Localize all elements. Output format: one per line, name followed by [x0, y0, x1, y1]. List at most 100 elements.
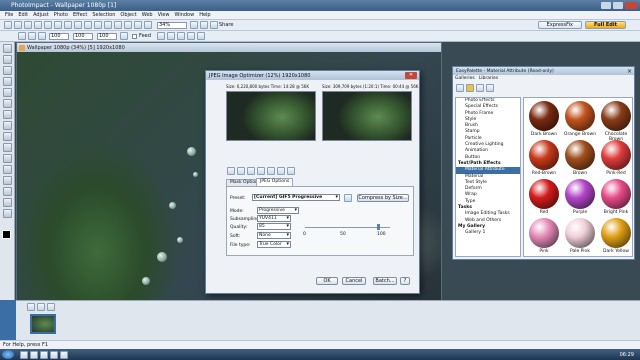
mode-select[interactable]: Progressive	[257, 207, 299, 214]
material-swatch[interactable]: Red	[527, 179, 561, 217]
zoom-out-icon[interactable]	[200, 21, 208, 29]
path-tool-icon[interactable]	[3, 176, 12, 185]
lasso-tool-icon[interactable]	[3, 66, 12, 75]
brightness-icon[interactable]	[134, 21, 142, 29]
text-tool-icon[interactable]	[3, 110, 12, 119]
tab-galleries[interactable]: Galleries	[455, 76, 475, 81]
width-field[interactable]: 100	[49, 32, 69, 40]
share-button[interactable]: Share	[219, 22, 233, 28]
menu-photo[interactable]: Photo	[54, 12, 68, 18]
foreground-color-swatch[interactable]	[2, 230, 11, 239]
quality-field[interactable]: 85	[257, 223, 291, 230]
menu-help[interactable]: Help	[199, 12, 210, 18]
taskbar-media-icon[interactable]	[40, 350, 48, 359]
mode-icon-4[interactable]	[186, 32, 195, 40]
optimized-preview[interactable]	[322, 91, 412, 141]
fit-icon[interactable]	[257, 167, 265, 175]
tab-libraries[interactable]: Libraries	[479, 76, 498, 81]
menu-web[interactable]: Web	[142, 12, 153, 18]
menu-file[interactable]: File	[5, 12, 13, 18]
redo-icon[interactable]	[54, 21, 62, 29]
enhance-icon[interactable]	[124, 21, 132, 29]
open-icon[interactable]	[14, 21, 22, 29]
mode-icon-2[interactable]	[166, 32, 175, 40]
material-swatch[interactable]: Chocolate Brown	[599, 101, 633, 142]
rotate-icon[interactable]	[104, 21, 112, 29]
document-manager-tab[interactable]	[0, 300, 16, 340]
transform-tool-icon[interactable]	[3, 99, 12, 108]
grid-icon[interactable]	[47, 303, 55, 311]
batch-button[interactable]: Batch...	[373, 277, 397, 285]
split-view-icon[interactable]	[267, 167, 275, 175]
shape-tool-icon[interactable]	[3, 187, 12, 196]
menu-effect[interactable]: Effect	[73, 12, 87, 18]
value-field[interactable]: 100	[97, 32, 117, 40]
selection-tool-icon[interactable]	[3, 55, 12, 64]
dialog-close-button[interactable]: ✕	[405, 72, 417, 79]
eraser-tool-icon[interactable]	[3, 154, 12, 163]
menu-window[interactable]: Window	[174, 12, 194, 18]
start-button[interactable]	[2, 350, 14, 359]
material-swatch[interactable]: Orange Brown	[563, 101, 597, 139]
ok-button[interactable]: OK	[316, 277, 338, 285]
material-swatch[interactable]: Pink-Red	[599, 140, 633, 178]
taskbar-explorer-icon[interactable]	[20, 350, 28, 359]
pick-tool-icon[interactable]	[3, 44, 12, 53]
zoom-tool-icon[interactable]	[3, 198, 12, 207]
print-icon[interactable]	[34, 21, 42, 29]
options-icon[interactable]	[486, 84, 494, 92]
menu-adjust[interactable]: Adjust	[33, 12, 49, 18]
compress-by-size-button[interactable]: Compress by Size...	[357, 194, 409, 202]
hand-tool-icon[interactable]	[3, 209, 12, 218]
option-icon[interactable]	[120, 32, 128, 40]
zoom-in-icon[interactable]	[190, 21, 198, 29]
magic-wand-icon[interactable]	[3, 77, 12, 86]
save-icon[interactable]	[24, 21, 32, 29]
mode-icon-1[interactable]	[156, 32, 165, 40]
tab-full-edit[interactable]: Full Edit	[585, 21, 626, 29]
play-icon[interactable]	[27, 303, 35, 311]
quality-slider-handle[interactable]	[377, 224, 380, 230]
material-swatch[interactable]: Pale Pink	[563, 218, 597, 256]
subtract-selection-icon[interactable]	[38, 32, 46, 40]
material-swatch[interactable]: Purple	[563, 179, 597, 217]
gallery-view-icon[interactable]	[456, 84, 464, 92]
fill-tool-icon[interactable]	[3, 165, 12, 174]
undo-icon[interactable]	[44, 21, 52, 29]
soft-select[interactable]: None	[257, 232, 291, 239]
material-swatch[interactable]: Dark Brown	[527, 101, 561, 139]
hand-icon[interactable]	[277, 167, 285, 175]
subsampling-select[interactable]: YUV411	[257, 215, 291, 222]
crop-tool-icon[interactable]	[3, 88, 12, 97]
zoom-out-icon[interactable]	[237, 167, 245, 175]
material-swatch[interactable]: Dark Yellow	[599, 218, 633, 256]
cut-icon[interactable]	[64, 21, 72, 29]
material-swatch[interactable]: Red-Brown	[527, 140, 561, 178]
tab-jpeg-options[interactable]: JPEG Options	[256, 178, 294, 186]
new-icon[interactable]	[4, 21, 12, 29]
minimize-button[interactable]	[601, 2, 611, 9]
paint-tool-icon[interactable]	[3, 121, 12, 130]
menu-view[interactable]: View	[158, 12, 170, 18]
close-button[interactable]	[625, 2, 637, 9]
list-view-icon[interactable]	[476, 84, 484, 92]
folder-icon[interactable]	[466, 84, 474, 92]
share-icon[interactable]	[210, 21, 218, 29]
copy-icon[interactable]	[74, 21, 82, 29]
material-swatch[interactable]: Pink	[527, 218, 561, 256]
cancel-button[interactable]: Cancel	[342, 277, 366, 285]
height-field[interactable]: 100	[73, 32, 93, 40]
zoom-field[interactable]: 34%	[157, 21, 187, 29]
color-icon[interactable]	[144, 21, 152, 29]
retouch-tool-icon[interactable]	[3, 143, 12, 152]
selection-mode-icon[interactable]	[18, 32, 26, 40]
original-preview[interactable]	[226, 91, 316, 141]
resize-icon[interactable]	[114, 21, 122, 29]
maximize-button[interactable]	[613, 2, 623, 9]
preset-select[interactable]: [Current] GIF5 Progressive	[252, 194, 340, 201]
close-icon[interactable]: ×	[627, 68, 632, 75]
feed-checkbox[interactable]	[132, 33, 137, 39]
material-swatch[interactable]: Bright Pink	[599, 179, 633, 217]
taskbar-browser-icon[interactable]	[30, 350, 38, 359]
mode-icon-3[interactable]	[176, 32, 185, 40]
